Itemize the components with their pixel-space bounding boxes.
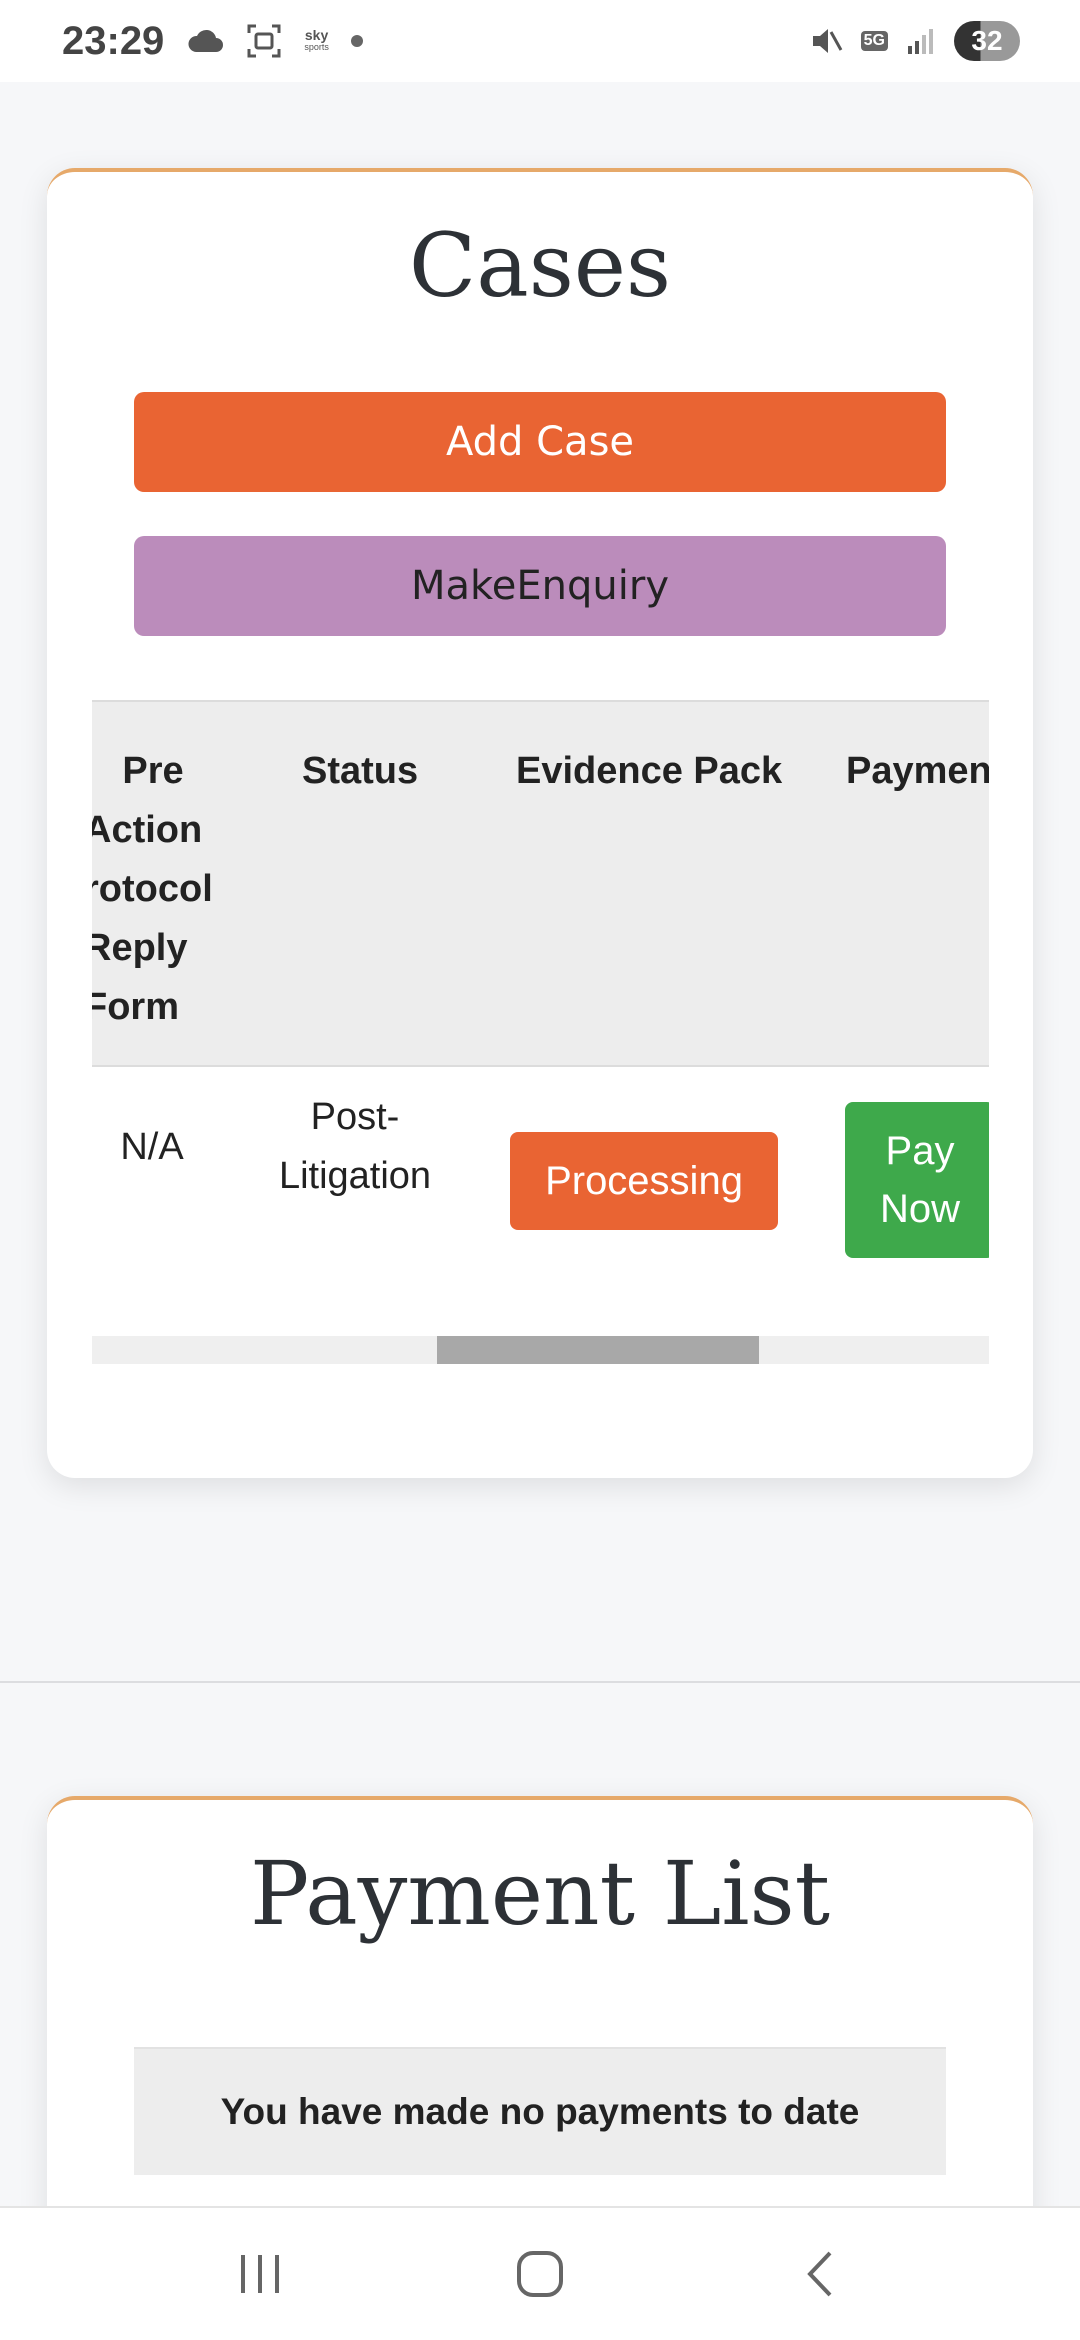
payment-list-title: Payment List: [249, 1842, 831, 1945]
make-enquiry-button[interactable]: MakeEnquiry: [134, 536, 946, 636]
network-badge: 5G: [860, 31, 888, 51]
screenshot-icon: [246, 23, 282, 59]
scrollbar-thumb[interactable]: [437, 1336, 759, 1364]
sky-sports-logo: sky sports: [304, 28, 329, 53]
header-payment: Paymen: [846, 750, 989, 792]
add-case-button[interactable]: Add Case: [134, 392, 946, 492]
header-line: Pre: [122, 750, 184, 792]
header-line: Action: [92, 809, 203, 851]
header-protocol-form: Pre Action rotocol Reply Form: [92, 742, 222, 1037]
cell-status: Post- Litigation: [260, 1088, 450, 1206]
home-icon[interactable]: [490, 2234, 590, 2314]
table-header: Pre Action rotocol Reply Form Status Evi…: [92, 700, 989, 1067]
signal-icon: [906, 26, 936, 56]
processing-button[interactable]: Processing: [510, 1132, 778, 1230]
status-bar: 23:29 sky sports 5G 32: [0, 0, 1080, 82]
notification-dot: [350, 35, 363, 47]
header-line: Reply: [92, 927, 188, 969]
pay-now-line: Now: [879, 1187, 961, 1231]
header-line: rotocol: [92, 868, 213, 910]
cases-table[interactable]: Pre Action rotocol Reply Form Status Evi…: [92, 700, 989, 1360]
status-bar-left: 23:29 sky sports: [62, 19, 363, 64]
mute-icon: [809, 24, 843, 58]
cell-protocol-form: N/A: [120, 1126, 184, 1168]
status-line: Post-: [310, 1096, 400, 1138]
no-payments-message: You have made no payments to date: [134, 2047, 946, 2175]
table-scrollbar[interactable]: [92, 1336, 989, 1364]
header-evidence-pack: Evidence Pack: [516, 750, 783, 792]
cases-title: Cases: [408, 214, 672, 317]
recents-icon[interactable]: [210, 2234, 310, 2314]
status-line: Litigation: [278, 1155, 432, 1197]
header-line: Form: [92, 986, 179, 1028]
status-bar-right: 5G 32: [809, 21, 1020, 61]
pay-now-line: Pay: [885, 1129, 955, 1173]
cloud-icon: [186, 28, 224, 54]
sky-sub-label: sports: [304, 42, 329, 52]
back-icon[interactable]: [770, 2234, 870, 2314]
section-divider: [0, 1681, 1080, 1683]
pay-now-button[interactable]: Pay Now: [845, 1102, 989, 1258]
battery-indicator: 32: [954, 21, 1020, 61]
navigation-bar: [0, 2206, 1080, 2340]
status-time: 23:29: [62, 18, 165, 63]
